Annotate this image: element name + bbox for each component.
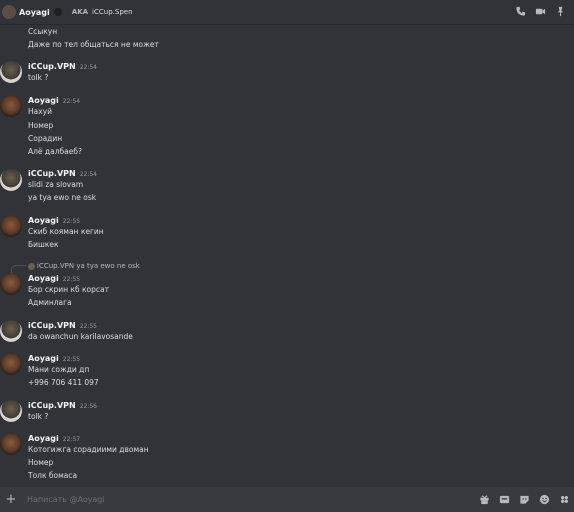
reply-author: iCCup.VPN	[37, 262, 75, 270]
avatar[interactable]	[0, 273, 22, 295]
author-name[interactable]: Aoyagi	[28, 354, 59, 363]
avatar[interactable]	[0, 320, 22, 342]
message-line: Даже по тел общаться не может	[28, 40, 159, 49]
message-line: Толк бомаса	[28, 471, 78, 480]
author-name[interactable]: Aoyagi	[28, 216, 59, 225]
message-line: slidi za slovam	[28, 180, 84, 189]
avatar[interactable]	[0, 95, 22, 117]
message-line: +996 706 411 097	[28, 378, 99, 387]
message-header: Aoyagi 22:54	[28, 96, 80, 105]
gif-icon[interactable]	[499, 494, 510, 505]
composer-tools	[479, 494, 570, 505]
message-input[interactable]: Написать @Aoyagi	[27, 495, 105, 504]
message-header: iCCup.VPN 22:54	[28, 62, 97, 71]
message-header: Aoyagi 22:57	[28, 434, 80, 443]
message-line: Номер	[28, 458, 54, 467]
avatar[interactable]	[0, 433, 22, 455]
message-header: iCCup.VPN 22:55	[28, 321, 97, 330]
sticker-icon[interactable]	[519, 494, 530, 505]
phone-icon[interactable]	[515, 6, 526, 17]
message-line: Админлага	[28, 298, 72, 307]
reply-avatar	[28, 262, 35, 270]
aka-icon	[53, 8, 62, 16]
reply-preview[interactable]: iCCup.VPN ya tya ewo ne osk	[28, 262, 140, 270]
message-line: Нахуй	[28, 107, 52, 116]
timestamp: 22:54	[79, 64, 97, 71]
message-header: iCCup.VPN 22:54	[28, 169, 97, 178]
author-name[interactable]: Aoyagi	[28, 96, 59, 105]
timestamp: 22:55	[62, 356, 81, 363]
message-header: Aoyagi 22:55	[28, 354, 80, 363]
apps-icon[interactable]	[559, 494, 570, 505]
avatar[interactable]	[0, 353, 22, 375]
message-line: ya tya ewo ne osk	[28, 193, 97, 202]
author-name[interactable]: iCCup.VPN	[28, 401, 76, 410]
message-line: Номер	[28, 121, 54, 130]
avatar[interactable]	[0, 61, 22, 83]
header-avatar[interactable]	[2, 5, 16, 19]
timestamp: 22:54	[79, 171, 97, 178]
message-header: iCCup.VPN 22:56	[28, 401, 97, 410]
message-line: Котогижга сорадиими двоман	[28, 445, 149, 454]
gift-icon[interactable]	[479, 494, 490, 505]
pin-icon[interactable]	[555, 6, 566, 17]
message-line: Бишкек	[28, 240, 59, 249]
timestamp: 22:55	[62, 218, 81, 225]
message-line: Скиб кояман кегин	[28, 227, 104, 236]
reply-text: ya tya ewo ne osk	[76, 262, 140, 270]
timestamp: 22:54	[62, 98, 81, 105]
author-name[interactable]: iCCup.VPN	[28, 62, 76, 71]
author-name[interactable]: iCCup.VPN	[28, 321, 76, 330]
dm-header: Aoyagi AKA iCCup.Spen	[0, 0, 574, 25]
message-composer: + Написать @Aoyagi	[0, 487, 574, 512]
message-header: Aoyagi 22:55	[28, 216, 80, 225]
header-tools	[515, 6, 566, 17]
avatar[interactable]	[0, 400, 22, 422]
timestamp: 22:56	[79, 403, 97, 410]
emoji-icon[interactable]	[539, 494, 550, 505]
alt-name: iCCup.Spen	[92, 8, 133, 16]
message-line: Сорадин	[28, 134, 63, 143]
message-line: tolk ?	[28, 412, 49, 421]
aka-label: AKA	[71, 8, 89, 16]
timestamp: 22:57	[62, 436, 81, 443]
message-line: da owanchun karilavosande	[28, 332, 133, 341]
message-header: Aoyagi 22:55	[28, 274, 80, 283]
author-name[interactable]: Aoyagi	[28, 434, 59, 443]
author-name[interactable]: iCCup.VPN	[28, 169, 76, 178]
message-line: Алё далбаеб?	[28, 147, 82, 156]
avatar[interactable]	[0, 169, 22, 191]
timestamp: 22:55	[62, 276, 81, 283]
video-icon[interactable]	[535, 6, 546, 17]
add-attachment-button[interactable]: +	[4, 492, 18, 507]
message-line: Бор скрин кб корсат	[28, 285, 109, 294]
header-username[interactable]: Aoyagi	[19, 8, 50, 17]
message-line: Ссыкун	[28, 27, 58, 36]
avatar[interactable]	[0, 215, 22, 237]
message-line: Мани сожди дп	[28, 365, 90, 374]
author-name[interactable]: Aoyagi	[28, 274, 59, 283]
timestamp: 22:55	[79, 323, 97, 330]
message-line: tolk ?	[28, 73, 49, 82]
